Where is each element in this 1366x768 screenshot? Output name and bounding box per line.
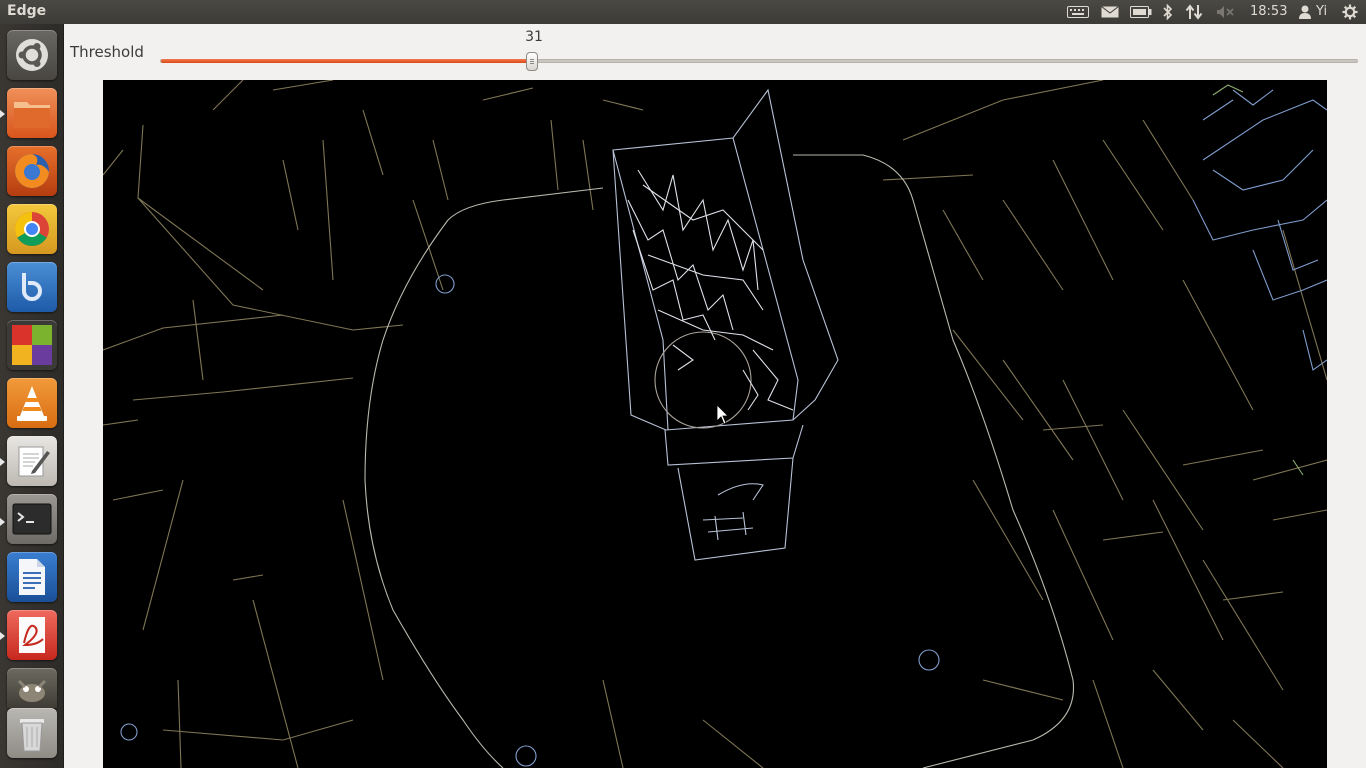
launcher-libreoffice-writer[interactable] xyxy=(7,552,57,602)
ubuntu-logo-icon xyxy=(16,39,48,71)
bluetooth-icon[interactable] xyxy=(1160,0,1176,24)
edge-image xyxy=(103,80,1327,768)
threshold-slider[interactable] xyxy=(160,52,1358,71)
app-title: Edge xyxy=(7,3,47,19)
folder-icon xyxy=(14,102,50,128)
keyboard-icon[interactable] xyxy=(1066,0,1090,24)
bluefish-icon xyxy=(22,273,42,301)
launcher-firefox[interactable] xyxy=(7,146,57,196)
pdf-viewer-icon xyxy=(19,617,45,653)
firefox-icon xyxy=(15,154,50,188)
battery-icon[interactable] xyxy=(1129,0,1153,24)
launcher-evince[interactable] xyxy=(7,610,57,660)
network-icon[interactable] xyxy=(1184,0,1204,24)
user-name[interactable]: Yi xyxy=(1316,4,1327,19)
chrome-icon xyxy=(15,212,49,246)
dash-home-button[interactable] xyxy=(7,30,57,80)
user-icon[interactable] xyxy=(1297,0,1313,24)
launcher-trash[interactable] xyxy=(7,708,57,758)
edge-detection-output xyxy=(103,80,1327,768)
mouse-cursor-icon xyxy=(716,404,729,425)
top-panel: Edge 18:53 Yi xyxy=(0,0,1366,24)
launcher-gimp[interactable] xyxy=(7,668,57,708)
running-indicator xyxy=(0,632,5,640)
threshold-value: 31 xyxy=(525,29,543,45)
threshold-slider-fill xyxy=(161,59,532,63)
trash-icon xyxy=(20,719,44,752)
terminal-icon xyxy=(12,503,52,535)
power-gear-icon[interactable] xyxy=(1340,0,1360,24)
launcher-text-editor[interactable] xyxy=(7,436,57,486)
running-indicator xyxy=(0,458,5,466)
launcher xyxy=(0,24,64,768)
window-background-right xyxy=(1327,80,1366,768)
threshold-label: Threshold xyxy=(70,43,144,61)
threshold-slider-handle[interactable] xyxy=(526,52,538,71)
volume-muted-icon[interactable] xyxy=(1215,0,1237,24)
launcher-bluefish[interactable] xyxy=(7,262,57,312)
color-squares-icon xyxy=(12,325,52,365)
running-indicator xyxy=(0,110,5,118)
launcher-terminal[interactable] xyxy=(7,494,57,544)
launcher-vlc[interactable] xyxy=(7,378,57,428)
gimp-icon xyxy=(17,679,47,702)
text-editor-icon xyxy=(18,446,50,477)
threshold-toolbar: Threshold 31 xyxy=(64,24,1366,80)
vlc-cone-icon xyxy=(17,386,47,421)
window-background-left xyxy=(64,80,103,768)
writer-document-icon xyxy=(19,559,45,595)
running-indicator xyxy=(0,518,5,526)
launcher-software-center[interactable] xyxy=(7,320,57,370)
launcher-files[interactable] xyxy=(7,88,57,138)
clock[interactable]: 18:53 xyxy=(1250,4,1287,19)
mail-icon[interactable] xyxy=(1099,0,1121,24)
launcher-chrome[interactable] xyxy=(7,204,57,254)
